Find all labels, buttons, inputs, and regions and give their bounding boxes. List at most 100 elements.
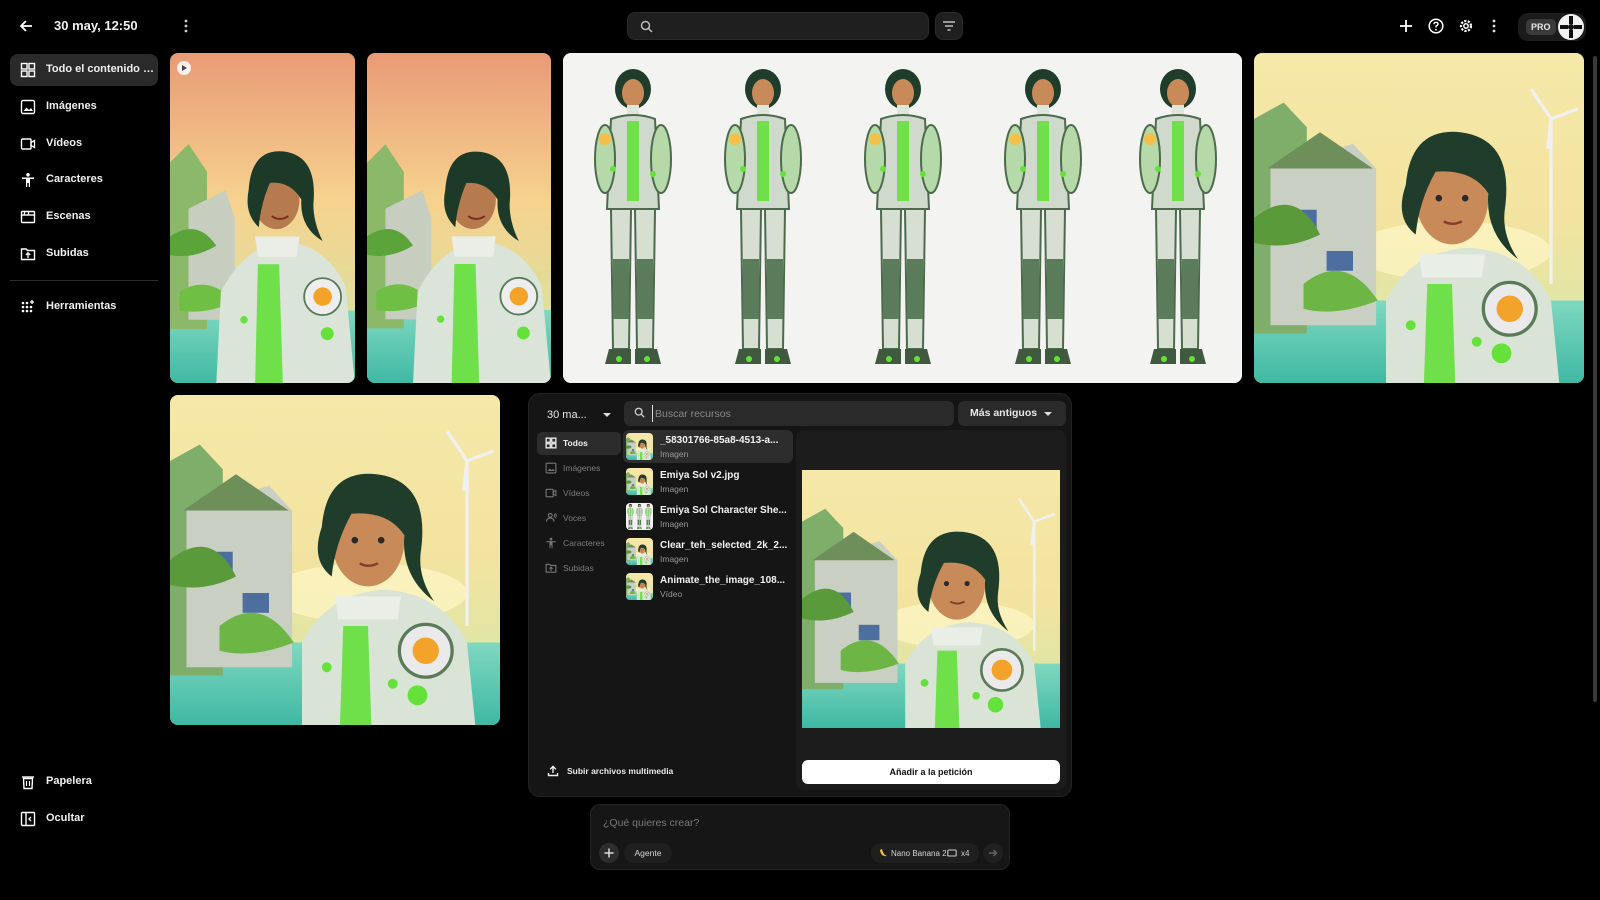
- sidebar-item-hide[interactable]: Ocultar: [10, 803, 158, 835]
- sidebar-item-label: Imágenes: [46, 100, 97, 112]
- gallery-image-tile[interactable]: [1254, 53, 1584, 383]
- sidebar-item-label: Escenas: [46, 210, 91, 222]
- category-all[interactable]: Todos: [537, 432, 621, 455]
- grid-icon: [545, 437, 557, 449]
- sidebar-item-uploads[interactable]: Subidas: [10, 238, 158, 270]
- character-sheet-tile[interactable]: [563, 53, 1242, 383]
- grid-icon: [20, 62, 36, 78]
- asset-picker-panel: 30 ma... Más antiguos Todos Imágenes Víd…: [528, 393, 1072, 797]
- model-label: Nano Banana 2: [891, 849, 947, 858]
- send-arrow-icon: [989, 849, 998, 857]
- upload-media-button[interactable]: Subir archivos multimedia: [547, 763, 673, 779]
- sidebar-item-images[interactable]: Imágenes: [10, 91, 158, 123]
- resource-search-field[interactable]: [624, 401, 954, 426]
- chevron-down-icon: [1044, 412, 1052, 416]
- trash-icon: [22, 776, 34, 790]
- resource-name: Emiya Sol Character She...: [660, 505, 787, 516]
- sidebar-item-all-media[interactable]: Todo el contenido mul...: [10, 54, 158, 86]
- category-voices[interactable]: Voces: [537, 507, 621, 530]
- artwork-image: [170, 395, 500, 725]
- search-icon: [634, 407, 645, 418]
- date-filter-dropdown[interactable]: 30 ma...: [543, 402, 615, 428]
- upload-icon: [547, 765, 559, 777]
- gallery-video-tile[interactable]: [170, 53, 355, 383]
- gallery-image-tile[interactable]: [170, 395, 500, 725]
- sidebar-item-label: Caracteres: [46, 173, 103, 185]
- overflow-menu-icon[interactable]: [1486, 16, 1502, 36]
- avatar[interactable]: [1558, 14, 1584, 40]
- sidebar-divider: [10, 280, 158, 281]
- category-label: Subidas: [563, 563, 594, 573]
- voice-icon: [545, 512, 557, 522]
- resource-name: Clear_teh_selected_2k_2...: [660, 540, 788, 551]
- sort-label: Más antiguos: [970, 407, 1038, 419]
- resource-name: _58301766-85a8-4513-a...: [660, 435, 779, 446]
- image-icon: [20, 99, 36, 115]
- add-icon[interactable]: [1396, 16, 1416, 36]
- resource-thumbnail: [626, 468, 653, 495]
- preview-pane: Añadir a la petición: [796, 430, 1066, 790]
- sidebar-item-label: Papelera: [46, 775, 92, 787]
- scene-icon: [20, 210, 36, 224]
- resource-type: Imagen: [660, 554, 689, 564]
- account-group[interactable]: PRO: [1518, 13, 1586, 41]
- character-icon: [22, 173, 34, 187]
- back-arrow-icon[interactable]: [16, 16, 36, 36]
- category-characters[interactable]: Caracteres: [537, 532, 621, 555]
- sidebar-item-characters[interactable]: Caracteres: [10, 164, 158, 196]
- model-selector-chip[interactable]: Nano Banana 2 x4: [871, 843, 979, 863]
- send-button[interactable]: [983, 843, 1003, 863]
- date-filter-label: 30 ma...: [547, 409, 587, 421]
- filter-icon: [943, 21, 955, 31]
- category-videos[interactable]: Vídeos: [537, 482, 621, 505]
- prompt-placeholder[interactable]: ¿Qué quieres crear?: [603, 817, 699, 829]
- search-icon: [640, 20, 653, 33]
- category-uploads[interactable]: Subidas: [537, 557, 621, 580]
- upload-folder-icon: [20, 248, 36, 261]
- help-icon[interactable]: [1426, 16, 1446, 36]
- add-to-request-button[interactable]: Añadir a la petición: [802, 760, 1060, 784]
- agent-mode-chip[interactable]: Agente: [624, 843, 672, 863]
- page-title: 30 may, 12:50: [54, 18, 138, 33]
- filter-button[interactable]: [935, 12, 963, 40]
- sidebar-item-tools[interactable]: Herramientas: [10, 291, 158, 323]
- more-options-icon[interactable]: [178, 16, 194, 36]
- category-label: Caracteres: [563, 538, 605, 548]
- resource-item[interactable]: _58301766-85a8-4513-a... Imagen: [623, 430, 793, 463]
- resource-search-input[interactable]: [652, 405, 942, 422]
- settings-gear-icon[interactable]: [1456, 16, 1476, 36]
- sidebar-item-label: Herramientas: [46, 300, 117, 312]
- preview-image: [802, 470, 1060, 728]
- artwork-image: [170, 53, 355, 383]
- video-icon: [20, 138, 36, 150]
- upload-folder-icon: [545, 563, 557, 573]
- artwork-image: [1254, 53, 1584, 383]
- resource-item[interactable]: Animate_the_image_108... Vídeo: [623, 570, 793, 603]
- gallery-image-tile[interactable]: [367, 53, 551, 383]
- sort-dropdown[interactable]: Más antiguos: [958, 401, 1066, 426]
- top-search-input[interactable]: [627, 12, 929, 40]
- resource-item[interactable]: Emiya Sol Character She... Imagen: [623, 500, 793, 533]
- page-scrollbar[interactable]: [1593, 56, 1597, 702]
- top-bar: 30 may, 12:50 PRO: [0, 0, 1600, 52]
- category-label: Imágenes: [563, 463, 601, 473]
- sidebar-item-videos[interactable]: Vídeos: [10, 128, 158, 160]
- category-label: Todos: [563, 438, 588, 448]
- resource-type: Imagen: [660, 519, 689, 529]
- hide-sidebar-icon: [20, 811, 36, 827]
- pro-badge: PRO: [1526, 19, 1556, 35]
- resource-type: Imagen: [660, 449, 689, 459]
- aspect-ratio-icon: [947, 849, 957, 857]
- resource-item[interactable]: Emiya Sol v2.jpg Imagen: [623, 465, 793, 498]
- resource-list: _58301766-85a8-4513-a... Imagen Emiya So…: [623, 430, 795, 790]
- sidebar-item-trash[interactable]: Papelera: [10, 766, 158, 798]
- play-icon: [177, 61, 191, 75]
- resource-name: Animate_the_image_108...: [660, 575, 786, 586]
- category-images[interactable]: Imágenes: [537, 457, 621, 480]
- category-label: Voces: [563, 513, 587, 523]
- add-attachment-button[interactable]: [599, 843, 619, 863]
- sidebar-item-scenes[interactable]: Escenas: [10, 201, 158, 233]
- resource-type: Vídeo: [660, 589, 683, 599]
- prompt-composer[interactable]: ¿Qué quieres crear? Agente Nano Banana 2…: [590, 804, 1010, 870]
- resource-item[interactable]: Clear_teh_selected_2k_2... Imagen: [623, 535, 793, 568]
